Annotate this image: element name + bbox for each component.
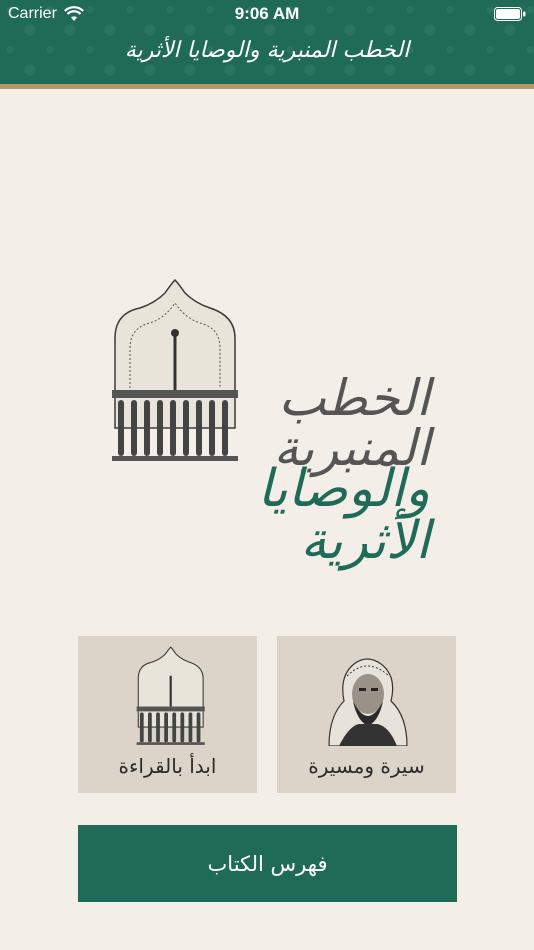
app-header: Carrier 9:06 AM الخطب المنبرية والوصايا … bbox=[0, 0, 534, 84]
biography-card[interactable]: سيرة ومسيرة bbox=[277, 636, 456, 793]
app-logo: الخطب المنبرية والوصايا الأثرية bbox=[100, 278, 430, 568]
header-title: الخطب المنبرية والوصايا الأثرية bbox=[124, 38, 410, 63]
battery-icon bbox=[494, 7, 526, 21]
clock: 9:06 AM bbox=[234, 4, 300, 23]
biography-label: سيرة ومسيرة bbox=[308, 754, 425, 778]
logo-title-line2: والوصايا الأثرية bbox=[257, 459, 430, 571]
start-reading-label: ابدأ بالقراءة bbox=[118, 754, 217, 778]
header-divider bbox=[0, 84, 534, 89]
mihrab-icon bbox=[112, 278, 238, 461]
start-reading-card[interactable]: ابدأ بالقراءة bbox=[78, 636, 257, 793]
logo-title-line1: الخطب المنبرية bbox=[273, 369, 430, 477]
portrait-icon bbox=[327, 658, 408, 746]
book-index-button[interactable]: فهرس الكتاب bbox=[78, 825, 457, 902]
mihrab-icon bbox=[136, 646, 205, 745]
status-bar: Carrier 9:06 AM bbox=[0, 0, 534, 28]
